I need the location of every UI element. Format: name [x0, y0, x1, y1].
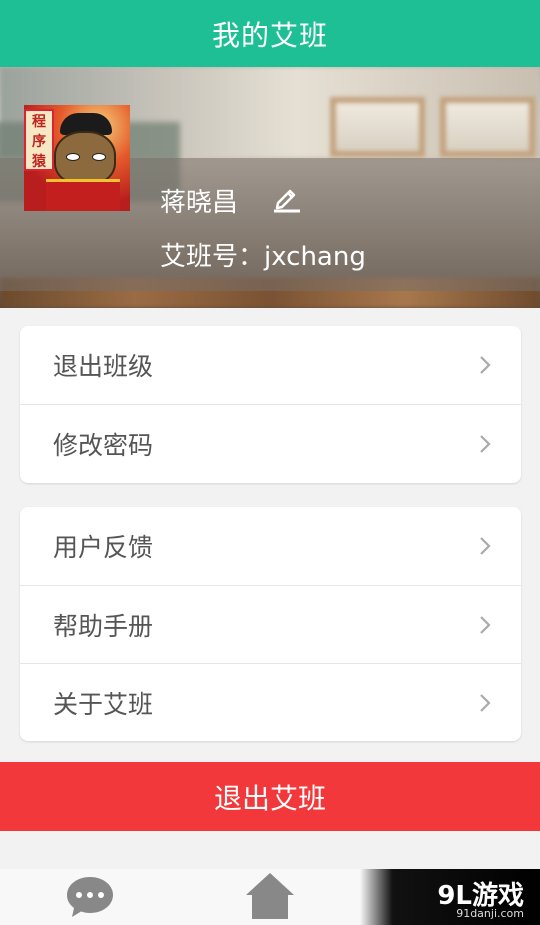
- banner-window: [440, 97, 535, 157]
- chat-bubble-icon[interactable]: [65, 874, 115, 920]
- chevron-right-icon: [480, 434, 491, 453]
- menu-item-about[interactable]: 关于艾班: [20, 663, 521, 741]
- user-name: 蒋晓昌: [160, 188, 239, 218]
- avatar-tag: 程序猿: [24, 109, 54, 171]
- top-bar: 我的艾班: [0, 0, 540, 67]
- avatar-eye: [92, 153, 106, 161]
- chevron-right-icon: [480, 693, 491, 712]
- watermark-url: 91danji.com: [456, 907, 524, 920]
- settings-group-app: 用户反馈 帮助手册 关于艾班: [20, 507, 521, 741]
- edit-pencil-icon[interactable]: [272, 183, 302, 213]
- menu-item-label: 退出班级: [53, 352, 154, 381]
- logout-button[interactable]: 退出艾班: [0, 762, 540, 831]
- avatar-face: [54, 131, 116, 185]
- menu-item-help[interactable]: 帮助手册: [20, 585, 521, 663]
- page-title: 我的艾班: [211, 18, 328, 52]
- avatar-robe: [46, 179, 120, 211]
- menu-item-change-password[interactable]: 修改密码: [20, 404, 521, 482]
- menu-item-label: 用户反馈: [53, 533, 154, 562]
- chevron-right-icon: [480, 615, 491, 634]
- menu-item-label: 修改密码: [53, 430, 154, 460]
- menu-item-label: 帮助手册: [53, 611, 154, 641]
- avatar[interactable]: 程序猿: [24, 105, 130, 211]
- banner-window: [330, 97, 425, 157]
- home-icon[interactable]: [244, 871, 296, 921]
- account-id: 艾班号：jxchang: [160, 242, 366, 272]
- watermark: 9L游戏 91danji.com: [360, 869, 540, 925]
- menu-item-feedback[interactable]: 用户反馈: [20, 507, 521, 585]
- menu-item-leave-class[interactable]: 退出班级: [20, 326, 521, 404]
- settings-group-class: 退出班级 修改密码: [20, 326, 521, 483]
- avatar-eye: [66, 153, 80, 161]
- menu-item-label: 关于艾班: [53, 689, 154, 719]
- chevron-right-icon: [480, 356, 491, 374]
- chevron-right-icon: [480, 537, 491, 555]
